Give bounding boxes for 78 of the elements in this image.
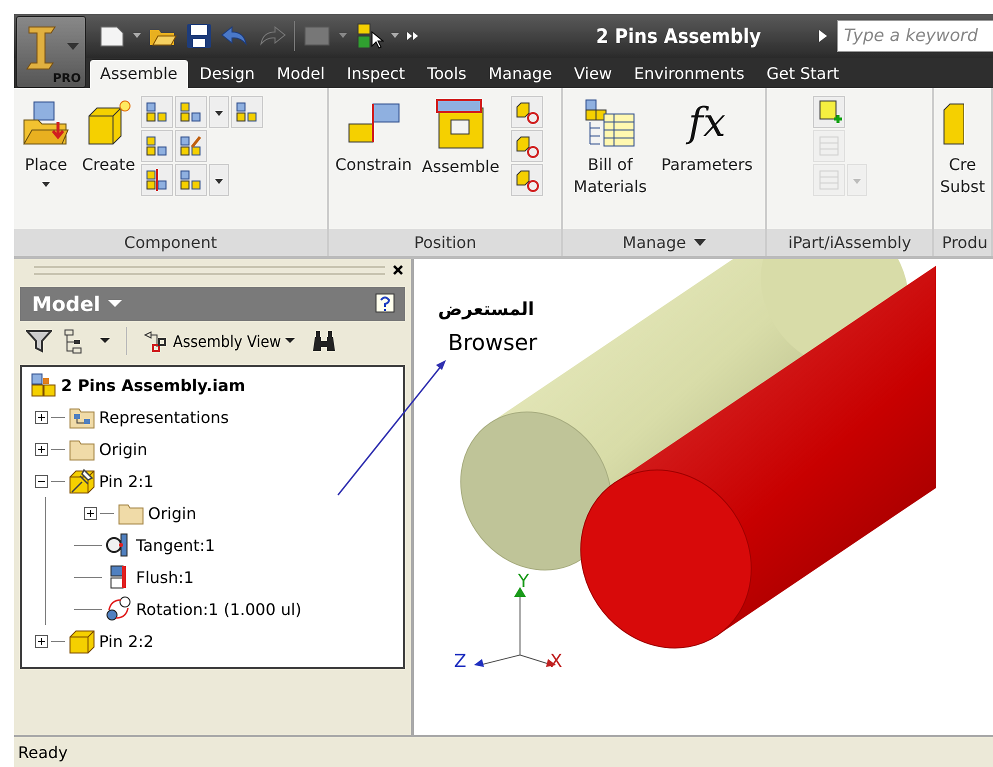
tool-button[interactable] [813,96,846,128]
function-glyph-icon: fx [688,98,726,148]
ribbon-button[interactable]: Constrain [331,96,416,178]
ribbon-button[interactable]: Place [16,96,76,190]
caret-icon [67,43,79,51]
new-document-icon[interactable] [98,24,126,48]
status-text: Ready [18,742,68,762]
ribbon-tab[interactable]: Design [190,60,265,88]
tool-button[interactable] [141,164,174,196]
ribbon-tab[interactable]: Manage [478,60,562,88]
expander-button[interactable] [35,474,48,488]
grip-handle[interactable] [34,266,385,274]
annotation-caption: المستعرض [438,299,534,320]
expander-button[interactable] [84,506,97,520]
save-icon[interactable] [185,22,213,50]
caret-icon [285,338,296,344]
help-icon[interactable] [375,293,395,315]
expander-button[interactable] [35,634,48,648]
model-dropdown[interactable]: Model [32,292,122,316]
panel-label: Position [329,229,562,256]
tool-button[interactable] [175,96,208,128]
tool-button[interactable] [141,96,174,128]
dropdown-button[interactable] [209,96,230,128]
ribbon-button[interactable]: Bill of Materials [565,96,656,200]
ribbon-tab[interactable]: Model [266,60,335,88]
expand-arrow-icon[interactable] [819,30,827,42]
caret-icon [853,178,862,184]
ribbon-tab[interactable]: View [564,60,622,88]
ribbon-button[interactable]: Create [78,96,140,178]
tree-item[interactable]: 2 Pins Assembly.iam [61,376,246,394]
view-dropdown[interactable]: Assembly View [143,329,296,353]
annotation-label: Browser [448,331,538,356]
tree-item[interactable]: Origin [148,504,196,522]
tool-button[interactable] [231,96,264,128]
caret-icon [215,178,224,184]
ribbon-button[interactable]: Cre Subst [936,96,990,200]
tree-item[interactable]: Flush:1 [136,568,194,586]
tree-item[interactable]: Pin 2:2 [99,632,154,650]
assembly-cubes-icon [30,372,58,398]
tool-button[interactable] [175,130,208,162]
panel-label: Produ [934,229,992,256]
close-icon [393,264,403,274]
ribbon-button[interactable]: fx Parameters [657,96,757,178]
ribbon-tab[interactable]: Environments [624,60,755,88]
window-title: 2 Pins Assembly [596,24,761,48]
caret-icon[interactable] [100,338,110,344]
axis-label: Z [454,651,466,672]
axis-label: Y [518,571,529,592]
tree-item[interactable]: Rotation:1 (1.000 ul) [136,600,302,618]
overflow-icon[interactable] [406,31,420,41]
expander-button[interactable] [35,410,48,424]
tool-button[interactable] [511,130,544,162]
panel-label: Component [14,229,328,256]
filter-icon[interactable] [26,329,52,353]
rotation-constraint-icon [105,596,133,622]
dropdown-button[interactable] [209,164,230,196]
ribbon-tab[interactable]: Tools [417,60,476,88]
constraint-links-icon [143,329,169,353]
caret-icon [215,110,224,116]
ribbon-button[interactable]: Assemble [418,96,504,180]
tool-button[interactable] [511,164,544,196]
caret-icon [108,300,122,308]
box-icon [68,628,96,654]
tool-button[interactable] [175,164,208,196]
expander-button[interactable] [35,442,48,456]
tree-item[interactable]: Tangent:1 [136,536,216,554]
panel-label: iPart/iAssembly [767,229,932,256]
ribbon-tab[interactable]: Inspect [336,60,416,88]
tool-button[interactable] [511,96,544,128]
tool-button[interactable] [141,130,174,162]
tree-item[interactable]: Origin [99,440,148,458]
pinned-box-icon [68,468,96,494]
ribbon-tab[interactable]: Assemble [90,60,188,88]
tree-item[interactable]: Representations [99,408,229,426]
search-field[interactable]: Type a keyword [837,20,993,52]
ribbon-tab[interactable]: Get Start [756,60,850,88]
panel-label[interactable]: Manage [563,229,766,256]
tree-item[interactable]: Pin 2:1 [99,472,154,490]
